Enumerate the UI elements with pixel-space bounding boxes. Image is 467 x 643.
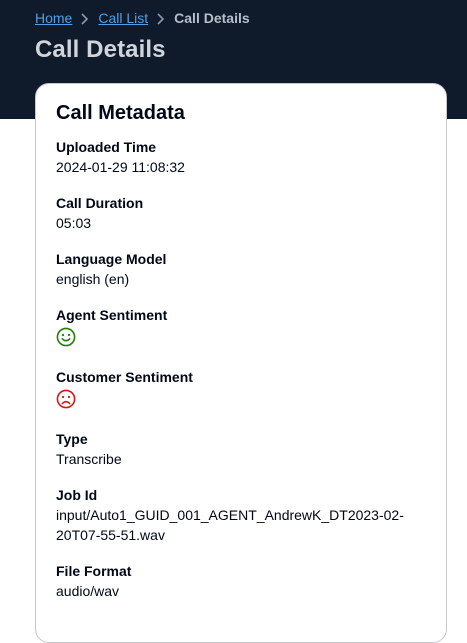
field-label: Agent Sentiment: [56, 307, 168, 323]
chevron-right-icon: [72, 8, 98, 28]
card-title: Call Metadata: [56, 102, 185, 124]
field-label: Job Id: [56, 487, 98, 503]
page-title: Call Details: [35, 36, 166, 63]
field-label: File Format: [56, 563, 132, 579]
field-label: Type: [56, 431, 88, 447]
agent-sentiment-field: Agent Sentiment: [56, 305, 426, 347]
field-label: Customer Sentiment: [56, 369, 193, 385]
file-format-field: File Format audio/wav: [56, 561, 426, 601]
frown-icon: [56, 389, 76, 409]
field-value: Transcribe: [56, 451, 122, 467]
field-value: 2024-01-29 11:08:32: [56, 159, 185, 175]
breadcrumb-call-list-link[interactable]: Call List: [98, 10, 148, 26]
field-value: 05:03: [56, 215, 92, 231]
field-value-line-1: input/Auto1_GUID_001_AGENT_AndrewK_DT202…: [56, 507, 404, 523]
breadcrumb: Home Call List Call Details: [35, 8, 250, 28]
field-value-line-2: 20T07-55-51.wav: [56, 527, 165, 543]
field-label: Uploaded Time: [56, 139, 157, 155]
chevron-right-icon: [148, 8, 174, 28]
type-field: Type Transcribe: [56, 429, 426, 469]
smile-icon: [56, 327, 76, 347]
customer-sentiment-field: Customer Sentiment: [56, 367, 426, 409]
language-model-field: Language Model english (en): [56, 249, 426, 289]
call-duration-field: Call Duration 05:03: [56, 193, 426, 233]
field-label: Call Duration: [56, 195, 144, 211]
job-id-field: Job Id input/Auto1_GUID_001_AGENT_Andrew…: [56, 485, 426, 545]
field-value: audio/wav: [56, 583, 120, 599]
call-metadata-card: Call Metadata Uploaded Time 2024-01-29 1…: [35, 83, 447, 643]
breadcrumb-home-link[interactable]: Home: [35, 10, 72, 26]
uploaded-time-field: Uploaded Time 2024-01-29 11:08:32: [56, 137, 426, 177]
breadcrumb-current: Call Details: [174, 10, 250, 26]
field-value: english (en): [56, 271, 130, 287]
field-label: Language Model: [56, 251, 167, 267]
